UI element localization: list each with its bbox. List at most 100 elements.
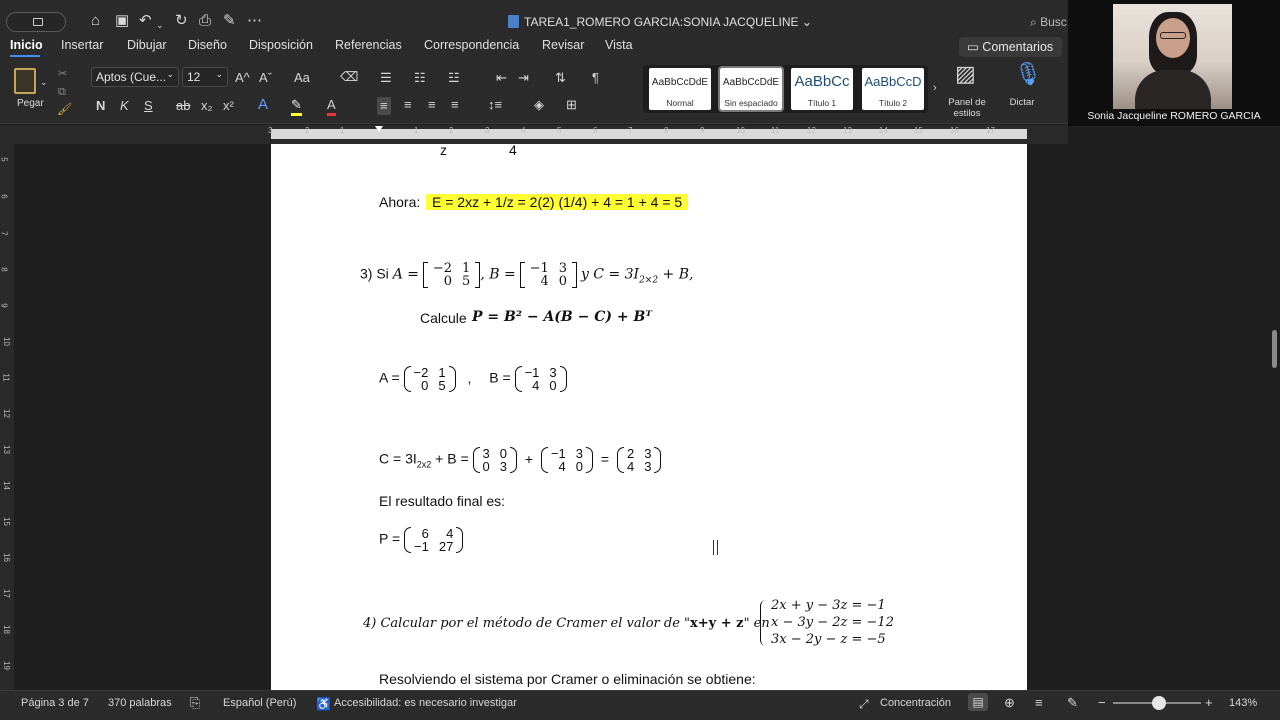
ruler-number: 15 [1, 517, 11, 526]
print-layout-icon[interactable]: ▤ [968, 693, 988, 711]
show-marks-icon[interactable]: ¶ [592, 70, 599, 86]
zoom-level[interactable]: 143% [1229, 697, 1257, 709]
align-right-button[interactable]: ≡ [428, 97, 436, 113]
vertical-scrollbar[interactable] [1272, 330, 1277, 368]
undo-dropdown-icon[interactable]: ⌄ [156, 16, 164, 34]
subscript-button[interactable]: x₂ [201, 98, 213, 114]
bold-button[interactable]: N [96, 98, 105, 114]
print-icon[interactable]: ⎙ [199, 12, 211, 30]
align-left-button[interactable]: ≡ [377, 97, 391, 115]
align-center-button[interactable]: ≡ [404, 97, 412, 113]
copy-icon[interactable]: ⧉ [58, 84, 66, 100]
multilevel-list-icon[interactable]: ☳ [448, 70, 460, 86]
style-titulo-2[interactable]: AaBbCcD Título 2 [862, 68, 924, 110]
font-name-select[interactable]: Aptos (Cue... ⌄ [91, 67, 179, 87]
zoom-slider-handle[interactable] [1152, 696, 1166, 710]
justify-button[interactable]: ≡ [451, 97, 459, 113]
underline-button[interactable]: S [144, 98, 153, 114]
styles-pane-button[interactable]: Panel de estilos [943, 97, 991, 119]
page-count[interactable]: Página 3 de 7 [21, 697, 89, 709]
italic-button[interactable]: K [120, 98, 129, 114]
sort-icon[interactable]: ⇅ [555, 70, 566, 86]
tab-disposicion[interactable]: Disposición [249, 38, 313, 52]
format-painter-icon[interactable]: 🖌 [57, 101, 72, 117]
text-cursor-icon [713, 540, 718, 555]
grow-font-button[interactable]: A^ [235, 70, 250, 86]
indent-marker-icon[interactable] [375, 126, 383, 142]
separator-comma: , [467, 369, 472, 386]
microphone-icon[interactable]: 🎙 [1014, 63, 1042, 85]
highlight-color-icon[interactable]: ✎ [291, 97, 302, 116]
word-count[interactable]: 370 palabras [108, 697, 172, 709]
paste-button[interactable]: Pegar [17, 98, 44, 109]
focus-mode-button[interactable]: Concentración [880, 697, 951, 709]
zoom-out-button[interactable]: − [1098, 695, 1106, 710]
save-icon[interactable]: ▣ [115, 12, 129, 30]
paste-dropdown-icon[interactable]: ⌄ [40, 74, 48, 90]
tab-correspondencia[interactable]: Correspondencia [424, 38, 519, 52]
decrease-indent-icon[interactable]: ⇤ [496, 70, 507, 86]
matrix-cell: 0 [443, 274, 453, 289]
home-icon[interactable]: ⌂ [91, 12, 100, 30]
ruler-number: 4 [521, 126, 526, 135]
matrix-grid: −1 3 4 0 [520, 366, 562, 392]
edit-icon[interactable]: ✎ [223, 12, 236, 30]
tab-diseno[interactable]: Diseño [188, 38, 227, 52]
tab-dibujar[interactable]: Dibujar [127, 38, 167, 52]
matrix-grid: −2 1 0 5 [428, 262, 475, 288]
superscript-button[interactable]: x² [223, 98, 234, 114]
matrix-grid: 6 4 −1 27 [409, 527, 458, 553]
clear-formatting-icon[interactable]: ⌫ [340, 69, 358, 85]
redo-icon[interactable]: ↻ [175, 12, 188, 30]
participant-video [1113, 4, 1232, 109]
matrix-grid: −1 3 4 0 [525, 262, 572, 288]
matrix-row: 03 [478, 460, 512, 473]
ruler-number: 8 [664, 126, 669, 135]
tab-inicio[interactable]: Inicio [10, 38, 43, 52]
language-status[interactable]: Español (Perú) [223, 697, 296, 709]
accessibility-status[interactable]: Accesibilidad: es necesario investigar [334, 697, 517, 709]
matrix-row: 05 [428, 275, 475, 288]
increase-indent-icon[interactable]: ⇥ [518, 70, 529, 86]
cut-icon[interactable]: ✂ [58, 66, 67, 82]
styles-more-icon[interactable]: › [933, 80, 937, 96]
style-sin-espaciado[interactable]: AaBbCcDdE Sin espaciado [718, 66, 784, 112]
document-title[interactable]: TAREA1_ROMERO GARCIA:SONIA JACQUELINE ⌄ [508, 15, 812, 29]
outline-view-icon[interactable]: ≡ [1035, 695, 1043, 710]
matrix-row: 40 [546, 460, 588, 473]
tab-revisar[interactable]: Revisar [542, 38, 584, 52]
tab-referencias[interactable]: Referencias [335, 38, 402, 52]
strikethrough-button[interactable]: ab [176, 98, 190, 114]
shrink-font-button[interactable]: Aˇ [259, 70, 272, 86]
tab-insertar[interactable]: Insertar [61, 38, 103, 52]
document-page[interactable]: z 4 Ahora: E = 2xz + 1/z = 2(2) (1/4) + … [271, 144, 1027, 690]
web-layout-icon[interactable]: ⊕ [1004, 695, 1015, 711]
dictate-button[interactable]: Dictar [1002, 97, 1042, 108]
comments-button[interactable]: ▭ Comentarios [959, 37, 1062, 57]
draft-view-icon[interactable]: ✎ [1067, 695, 1078, 711]
sidebar-toggle-button[interactable] [6, 12, 66, 32]
undo-icon[interactable]: ↶ [139, 12, 152, 30]
styles-pane-icon[interactable]: ▨ [955, 63, 976, 85]
zoom-in-button[interactable]: + [1205, 695, 1213, 710]
style-normal[interactable]: AaBbCcDdE Normal [649, 68, 711, 110]
line-spacing-icon[interactable]: ↕≡ [488, 97, 502, 113]
style-titulo-1[interactable]: AaBbCc Título 1 [791, 68, 853, 110]
search-box[interactable]: ⌕ Busc [1030, 15, 1067, 30]
bullets-icon[interactable]: ☰ [380, 70, 392, 86]
text-effects-icon[interactable]: A [258, 97, 268, 113]
more-icon[interactable]: ⋯ [247, 12, 262, 30]
ruler-number: 10 [736, 126, 745, 135]
numbering-icon[interactable]: ☷ [414, 70, 426, 86]
matrix-b-label: B = [489, 266, 516, 283]
matrix-cell: −1 [529, 261, 549, 276]
font-size-select[interactable]: 12 ⌄ [182, 67, 228, 87]
proofing-icon[interactable]: ⎘ [190, 695, 200, 711]
change-case-button[interactable]: Aa [294, 70, 310, 86]
clipboard-icon[interactable] [14, 68, 36, 94]
ruler-number: 19 [1, 661, 11, 670]
tab-vista[interactable]: Vista [605, 38, 633, 52]
shading-icon[interactable]: ◈ [534, 97, 544, 113]
font-color-icon[interactable]: A [327, 97, 336, 116]
borders-icon[interactable]: ⊞ [566, 97, 577, 113]
